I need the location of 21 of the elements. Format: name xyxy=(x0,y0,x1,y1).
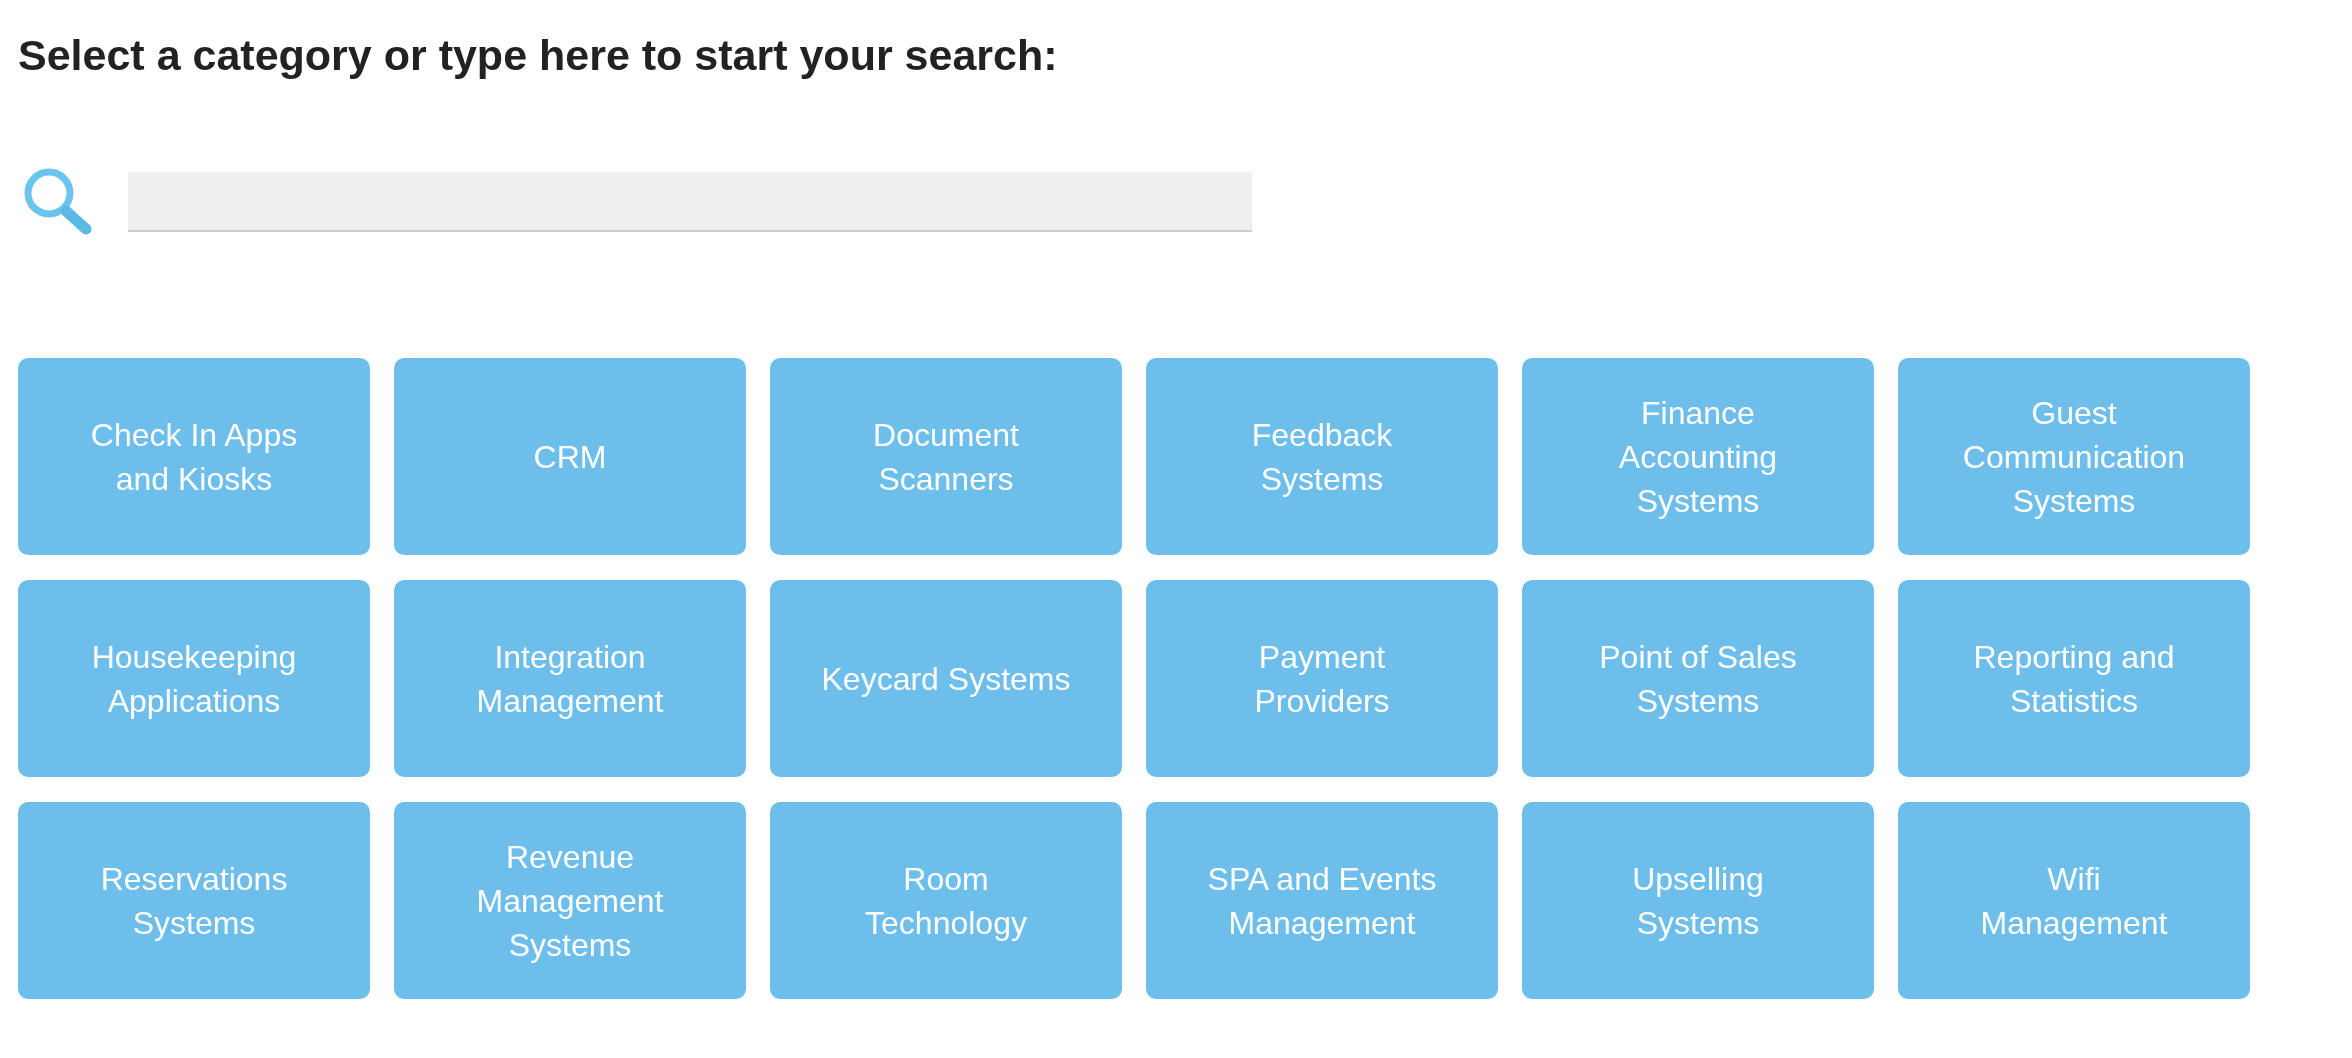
category-button[interactable]: Wifi Management xyxy=(1898,802,2250,999)
category-button[interactable]: Reservations Systems xyxy=(18,802,370,999)
category-button[interactable]: Payment Providers xyxy=(1146,580,1498,777)
category-button[interactable]: Finance Accounting Systems xyxy=(1522,358,1874,555)
category-button[interactable]: Check In Apps and Kiosks xyxy=(18,358,370,555)
search-field[interactable] xyxy=(128,172,1252,232)
category-button[interactable]: Housekeeping Applications xyxy=(18,580,370,777)
category-button[interactable]: CRM xyxy=(394,358,746,555)
page-heading: Select a category or type here to start your search: xyxy=(18,30,1058,81)
category-button[interactable]: Reporting and Statistics xyxy=(1898,580,2250,777)
category-button[interactable]: Document Scanners xyxy=(770,358,1122,555)
category-button[interactable]: Point of Sales Systems xyxy=(1522,580,1874,777)
category-button[interactable]: Keycard Systems xyxy=(770,580,1122,777)
category-button[interactable]: Integration Management xyxy=(394,580,746,777)
search-icon xyxy=(23,168,93,236)
category-button[interactable]: Feedback Systems xyxy=(1146,358,1498,555)
category-button[interactable]: SPA and Events Management xyxy=(1146,802,1498,999)
category-button[interactable]: Room Technology xyxy=(770,802,1122,999)
category-button[interactable]: Revenue Management Systems xyxy=(394,802,746,999)
category-button[interactable]: Upselling Systems xyxy=(1522,802,1874,999)
category-button[interactable]: Guest Communication Systems xyxy=(1898,358,2250,555)
